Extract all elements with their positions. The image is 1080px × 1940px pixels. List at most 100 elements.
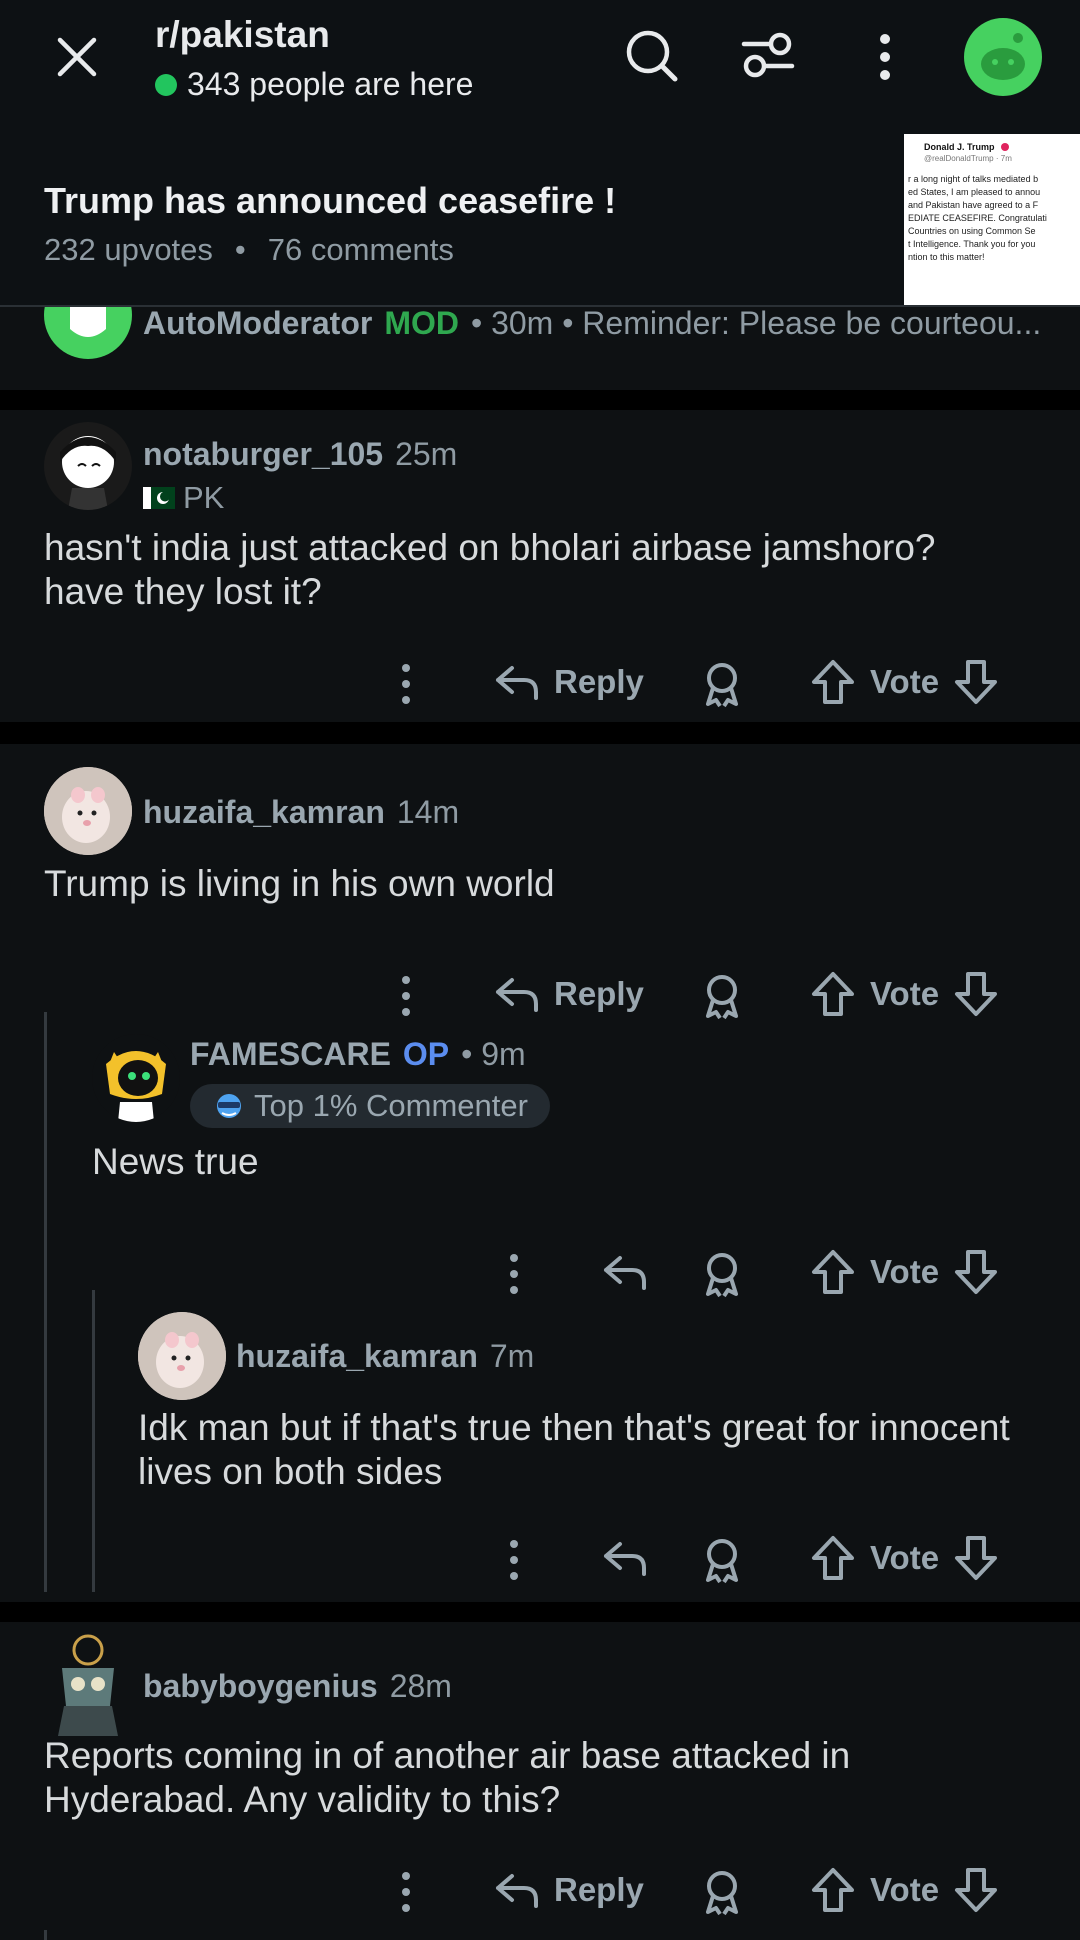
comment-actions: Vote bbox=[0, 1530, 1080, 1590]
downvote-icon[interactable] bbox=[953, 1248, 999, 1296]
award-button[interactable] bbox=[700, 1868, 744, 1916]
comment-body: Idk man but if that's true then that's g… bbox=[138, 1406, 1010, 1494]
award-button[interactable] bbox=[700, 660, 744, 708]
more-options-button[interactable] bbox=[870, 32, 900, 82]
commenter-avatar[interactable] bbox=[44, 1628, 132, 1738]
thumbnail-handle: @realDonaldTrump · 7m bbox=[924, 154, 1012, 163]
comment-time: 28m bbox=[389, 1668, 452, 1704]
op-badge: OP bbox=[402, 1036, 450, 1072]
upvote-icon[interactable] bbox=[810, 1248, 856, 1296]
comment-time: • 9m bbox=[461, 1036, 526, 1072]
automod-username[interactable]: AutoModerator bbox=[143, 307, 372, 342]
downvote-icon[interactable] bbox=[953, 970, 999, 1018]
thumbnail-text: r a long night of talks mediated b ed St… bbox=[908, 173, 1076, 264]
comment-line: have they lost it? bbox=[44, 571, 322, 612]
thumb-line: and Pakistan have agreed to a F bbox=[908, 200, 1039, 210]
tiger-avatar-icon bbox=[106, 1051, 166, 1122]
comment-time: 14m bbox=[396, 794, 460, 830]
stats-separator: • bbox=[234, 232, 246, 267]
reply-icon bbox=[496, 1874, 538, 1908]
more-vertical-icon bbox=[402, 664, 410, 704]
commenter-avatar[interactable] bbox=[92, 1034, 180, 1122]
comment-actions: Reply Vote bbox=[0, 1862, 1080, 1922]
comment-username[interactable]: babyboygenius bbox=[143, 1668, 378, 1705]
reply-button[interactable]: Reply bbox=[494, 972, 644, 1016]
commenter-flair: Top 1% Commenter bbox=[190, 1084, 550, 1128]
user-avatar[interactable] bbox=[964, 18, 1042, 96]
upvote-icon[interactable] bbox=[810, 970, 856, 1018]
post-stats: 232 upvotes • 76 comments bbox=[44, 232, 454, 268]
downvote-icon[interactable] bbox=[953, 1534, 999, 1582]
downvote-icon[interactable] bbox=[953, 1866, 999, 1914]
upvote-icon[interactable] bbox=[810, 1534, 856, 1582]
thumb-line: t Intelligence. Thank you for you bbox=[908, 239, 1036, 249]
vote-controls: Vote bbox=[810, 658, 999, 706]
comment-username[interactable]: notaburger_105 bbox=[143, 436, 383, 473]
close-icon bbox=[57, 37, 97, 77]
more-button[interactable] bbox=[396, 1870, 416, 1914]
comment-thread: huzaifa_kamran 14m Trump is living in hi… bbox=[0, 744, 1080, 1602]
search-icon bbox=[626, 30, 678, 82]
post-title[interactable]: Trump has announced ceasefire ! bbox=[44, 180, 616, 222]
commenter-avatar[interactable] bbox=[138, 1312, 226, 1400]
online-indicator: 343 people are here bbox=[155, 66, 473, 103]
comment-actions: Reply Vote bbox=[0, 654, 1080, 714]
comment-line: Reports coming in of another air base at… bbox=[44, 1735, 851, 1776]
reply-button[interactable] bbox=[602, 1536, 648, 1580]
thread-line[interactable] bbox=[44, 1930, 47, 1940]
filter-button[interactable] bbox=[740, 30, 796, 80]
award-icon bbox=[706, 975, 738, 1020]
comment-username[interactable]: FAMESCARE bbox=[190, 1036, 391, 1073]
comment-line: Hyderabad. Any validity to this? bbox=[44, 1779, 561, 1820]
award-icon bbox=[706, 663, 738, 708]
automod-meta: • 30m • Reminder: Please be courteou... bbox=[470, 307, 1042, 341]
reply-button[interactable]: Reply bbox=[494, 1868, 644, 1912]
award-button[interactable] bbox=[700, 972, 744, 1020]
comment-card: notaburger_105 25m PK hasn't india just … bbox=[0, 410, 1080, 722]
upvote-icon[interactable] bbox=[810, 658, 856, 706]
reply-icon bbox=[604, 1542, 646, 1576]
award-button[interactable] bbox=[700, 1250, 744, 1298]
reply-icon bbox=[496, 666, 538, 700]
thumb-line: ed States, I am pleased to annou bbox=[908, 187, 1041, 197]
reply-button[interactable] bbox=[602, 1250, 648, 1294]
comment-count: 76 comments bbox=[267, 232, 454, 267]
more-vertical-icon bbox=[510, 1254, 518, 1294]
commenter-avatar[interactable] bbox=[44, 767, 132, 855]
more-button[interactable] bbox=[396, 662, 416, 706]
award-icon bbox=[706, 1253, 738, 1298]
comment-actions: Vote bbox=[0, 1244, 1080, 1304]
more-button[interactable] bbox=[504, 1252, 524, 1296]
comment-actions: Reply Vote bbox=[0, 966, 1080, 1026]
anime-avatar-icon bbox=[60, 436, 116, 510]
close-button[interactable] bbox=[52, 32, 102, 82]
vote-label: Vote bbox=[870, 663, 940, 700]
comment-username[interactable]: huzaifa_kamran bbox=[236, 1338, 478, 1375]
comment-line: News true bbox=[92, 1141, 259, 1182]
vote-label: Vote bbox=[870, 1871, 940, 1908]
vote-label: Vote bbox=[870, 975, 940, 1012]
comment-line: hasn't india just attacked on bholari ai… bbox=[44, 527, 936, 568]
more-button[interactable] bbox=[396, 974, 416, 1018]
post-thumbnail[interactable]: Donald J. Trump @realDonaldTrump · 7m r … bbox=[904, 134, 1080, 306]
downvote-icon[interactable] bbox=[953, 658, 999, 706]
subreddit-name[interactable]: r/pakistan bbox=[155, 14, 330, 56]
thumbnail-author: Donald J. Trump bbox=[924, 142, 995, 152]
search-button[interactable] bbox=[624, 28, 680, 84]
award-icon bbox=[706, 1539, 738, 1584]
more-vertical-icon bbox=[510, 1540, 518, 1580]
comment-time: 7m bbox=[489, 1338, 535, 1374]
award-button[interactable] bbox=[700, 1536, 744, 1584]
comment-body: Reports coming in of another air base at… bbox=[44, 1734, 850, 1822]
automod-comment[interactable]: AutoModerator MOD • 30m • Reminder: Plea… bbox=[0, 307, 1080, 390]
comment-username[interactable]: huzaifa_kamran bbox=[143, 794, 385, 831]
top-commenter-icon bbox=[217, 1094, 241, 1118]
commenter-avatar[interactable] bbox=[44, 422, 132, 510]
reply-button[interactable]: Reply bbox=[494, 660, 644, 704]
more-button[interactable] bbox=[504, 1538, 524, 1582]
upvote-icon[interactable] bbox=[810, 1866, 856, 1914]
pakistan-flag-icon bbox=[143, 487, 175, 509]
award-icon bbox=[706, 1871, 738, 1916]
vote-controls: Vote bbox=[810, 1248, 999, 1296]
reply-label: Reply bbox=[554, 1871, 644, 1908]
